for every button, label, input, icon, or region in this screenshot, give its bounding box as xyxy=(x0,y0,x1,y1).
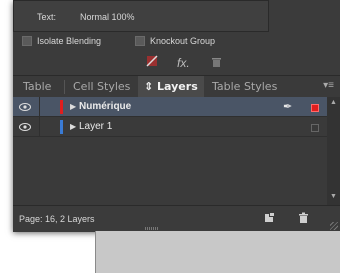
layers-panel: Text: Normal 100% Isolate Blending Knock… xyxy=(13,0,340,232)
tab-layers[interactable]: ⇕ Layers xyxy=(138,76,204,98)
blending-options: Isolate Blending Knockout Group xyxy=(13,32,340,52)
expand-triangle-icon[interactable]: ▶ xyxy=(70,102,76,111)
layer-name: Numérique xyxy=(79,101,132,112)
knockout-group-checkbox[interactable] xyxy=(135,36,145,46)
trash-icon[interactable] xyxy=(211,56,222,71)
resize-grip-icon[interactable] xyxy=(330,222,338,230)
scroll-up-arrow-icon[interactable]: ▲ xyxy=(330,99,337,106)
scroll-down-arrow-icon[interactable]: ▼ xyxy=(330,193,337,200)
selection-square-icon[interactable] xyxy=(311,104,319,112)
layer-row-numerique[interactable]: ▶ Numérique ✒ xyxy=(13,97,327,117)
layer-color-swatch xyxy=(60,100,63,114)
layer-name: Layer 1 xyxy=(79,121,113,132)
lock-toggle[interactable] xyxy=(39,97,40,117)
panel-resize-handle[interactable] xyxy=(145,227,159,230)
panel-footer: Page: 16, 2 Layers xyxy=(13,205,340,232)
tab-table-styles[interactable]: Table Styles xyxy=(212,76,277,98)
text-effects-row[interactable]: Text: Normal 100% xyxy=(13,0,269,32)
text-label: Text: xyxy=(37,12,57,22)
lock-toggle[interactable] xyxy=(39,117,40,137)
knockout-group-label: Knockout Group xyxy=(150,36,216,46)
panel-tabs: Table Cell Styles ⇕ Layers Table Styles … xyxy=(13,75,340,99)
panel-menu-icon[interactable]: ▾≡ xyxy=(323,80,334,91)
tab-cell-styles[interactable]: Cell Styles xyxy=(73,76,130,98)
delete-layer-icon[interactable] xyxy=(298,212,309,227)
document-canvas xyxy=(95,231,340,273)
layer-row-layer-1[interactable]: ▶ Layer 1 xyxy=(13,117,327,137)
layer-color-swatch xyxy=(60,120,63,134)
clear-effects-icon[interactable] xyxy=(146,55,158,70)
new-layer-icon[interactable] xyxy=(264,212,275,226)
layers-list: ▶ Numérique ✒ ▶ Layer 1 xyxy=(13,97,327,205)
pen-icon: ✒ xyxy=(283,101,293,113)
vertical-scrollbar[interactable]: ▲ ▼ xyxy=(327,97,340,205)
visibility-eye-icon[interactable] xyxy=(19,123,31,131)
isolate-blending-checkbox[interactable] xyxy=(22,36,32,46)
tab-table[interactable]: Table xyxy=(23,76,51,98)
text-value: Normal 100% xyxy=(80,12,135,22)
fx-icon[interactable]: fx. xyxy=(177,56,190,70)
effects-section: Text: Normal 100% Isolate Blending Knock… xyxy=(13,0,340,75)
tab-divider xyxy=(64,80,65,94)
status-text: Page: 16, 2 Layers xyxy=(19,214,95,224)
selection-square-icon[interactable] xyxy=(311,124,319,132)
effects-toolbar: fx. xyxy=(13,52,340,74)
expand-triangle-icon[interactable]: ▶ xyxy=(70,122,76,131)
visibility-eye-icon[interactable] xyxy=(19,103,31,111)
isolate-blending-label: Isolate Blending xyxy=(37,36,102,46)
